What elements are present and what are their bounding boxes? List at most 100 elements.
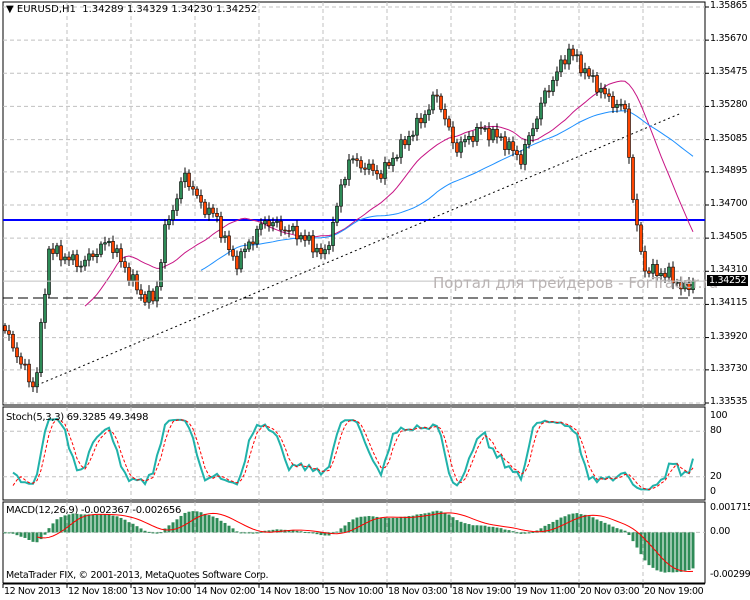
macd-histogram-bar: [519, 532, 523, 534]
macd-histogram-bar: [643, 532, 647, 561]
candle-body: [519, 154, 523, 165]
time-label: 15 Nov 10:00: [324, 586, 384, 597]
macd-histogram-bar: [251, 532, 255, 534]
macd-histogram-bar: [523, 532, 527, 534]
candle-body: [71, 254, 75, 261]
macd-histogram-bar: [211, 516, 215, 533]
collapse-triangle-icon[interactable]: ▼: [6, 4, 14, 15]
macd-histogram-bar: [591, 517, 595, 533]
chart-header: ▼ EURUSD,H1 1.34289 1.34329 1.34230 1.34…: [6, 4, 257, 15]
macd-histogram-bar: [451, 517, 455, 533]
macd-histogram-bar: [155, 532, 159, 534]
candle-body: [179, 181, 183, 200]
macd-histogram-bar: [511, 531, 515, 533]
macd-histogram-bar: [615, 528, 619, 533]
macd-histogram-bar: [299, 531, 303, 533]
candle-body: [63, 256, 67, 261]
candle-body: [227, 235, 231, 250]
macd-histogram-bar: [107, 514, 111, 533]
macd-histogram-bar: [611, 526, 615, 533]
macd-histogram-bar: [335, 531, 339, 533]
candle-body: [627, 108, 631, 158]
stoch-label: Stoch(5,3,3) 69.3285 49.3498: [6, 412, 149, 423]
time-label: 20 Nov 19:00: [644, 586, 704, 597]
macd-histogram-bar: [51, 523, 55, 533]
macd-histogram-bar: [99, 514, 103, 533]
macd-histogram-bar: [623, 530, 627, 533]
candle-body: [187, 172, 191, 187]
candle-body: [503, 136, 507, 150]
candle-body: [47, 248, 51, 295]
candle-body: [339, 184, 343, 207]
candle-body: [419, 117, 423, 124]
candle-body: [39, 322, 43, 373]
candle-body: [471, 136, 475, 142]
candle-body: [543, 90, 547, 104]
macd-histogram-bar: [27, 532, 31, 540]
macd-histogram-bar: [179, 515, 183, 533]
macd-histogram-bar: [243, 532, 247, 534]
macd-histogram-bar: [315, 532, 319, 535]
price-label: 1.34895: [710, 164, 748, 176]
candle-body: [615, 104, 619, 108]
macd-histogram-bar: [103, 514, 107, 533]
macd-histogram-bar: [31, 532, 35, 542]
time-label: 14 Nov 18:00: [260, 586, 320, 597]
candle-body: [275, 220, 279, 223]
candle-body: [431, 94, 435, 111]
macd-histogram-bar: [575, 513, 579, 533]
candle-body: [67, 256, 71, 261]
candle-body: [579, 54, 583, 74]
macd-histogram-bar: [619, 529, 623, 533]
time-label: 18 Nov 19:00: [452, 586, 512, 597]
macd-histogram-bar: [295, 530, 299, 533]
candle-body: [51, 248, 55, 254]
candle-body: [111, 241, 115, 253]
macd-histogram-bar: [483, 525, 487, 533]
candle-body: [183, 172, 187, 183]
candle-body: [127, 267, 131, 281]
candle-body: [407, 136, 411, 146]
candle-body: [635, 199, 639, 226]
macd-histogram-bar: [195, 511, 199, 533]
macd-histogram-bar: [475, 525, 479, 533]
candle-body: [115, 248, 119, 253]
candle-body: [583, 68, 587, 74]
candle-body: [535, 118, 539, 130]
macd-tick-label: -0.002994: [710, 569, 750, 580]
candle-body: [311, 235, 315, 253]
macd-histogram-bar: [163, 528, 167, 533]
candle-body: [167, 219, 171, 226]
macd-histogram-bar: [147, 531, 151, 533]
macd-histogram-bar: [583, 514, 587, 533]
candle-body: [43, 294, 47, 323]
macd-tick-label: 0.00: [710, 526, 730, 538]
candle-body: [515, 150, 519, 155]
candle-body: [23, 363, 27, 366]
candle-body: [551, 80, 555, 92]
macd-histogram-bar: [379, 517, 383, 533]
macd-histogram-bar: [207, 515, 211, 533]
candle-body: [7, 330, 11, 335]
candle-body: [259, 223, 263, 230]
candle-body: [59, 245, 63, 261]
candle-body: [547, 90, 551, 93]
candle-body: [55, 245, 59, 254]
candle-body: [427, 109, 431, 115]
price-label: 1.33730: [710, 362, 748, 374]
macd-histogram-bar: [43, 532, 47, 535]
candle-body: [263, 220, 267, 225]
macd-histogram-bar: [47, 528, 51, 533]
candle-body: [235, 255, 239, 270]
stoch-tick-label: 100: [710, 410, 728, 421]
candle-body: [567, 48, 571, 65]
candle-body: [211, 207, 215, 214]
candle-body: [375, 170, 379, 175]
candle-body: [539, 102, 543, 120]
macd-histogram-bar: [595, 519, 599, 533]
macd-histogram-bar: [123, 519, 127, 533]
macd-histogram-bar: [223, 522, 227, 533]
macd-histogram-bar: [91, 514, 95, 533]
macd-histogram-bar: [411, 515, 415, 533]
candle-body: [351, 158, 355, 161]
